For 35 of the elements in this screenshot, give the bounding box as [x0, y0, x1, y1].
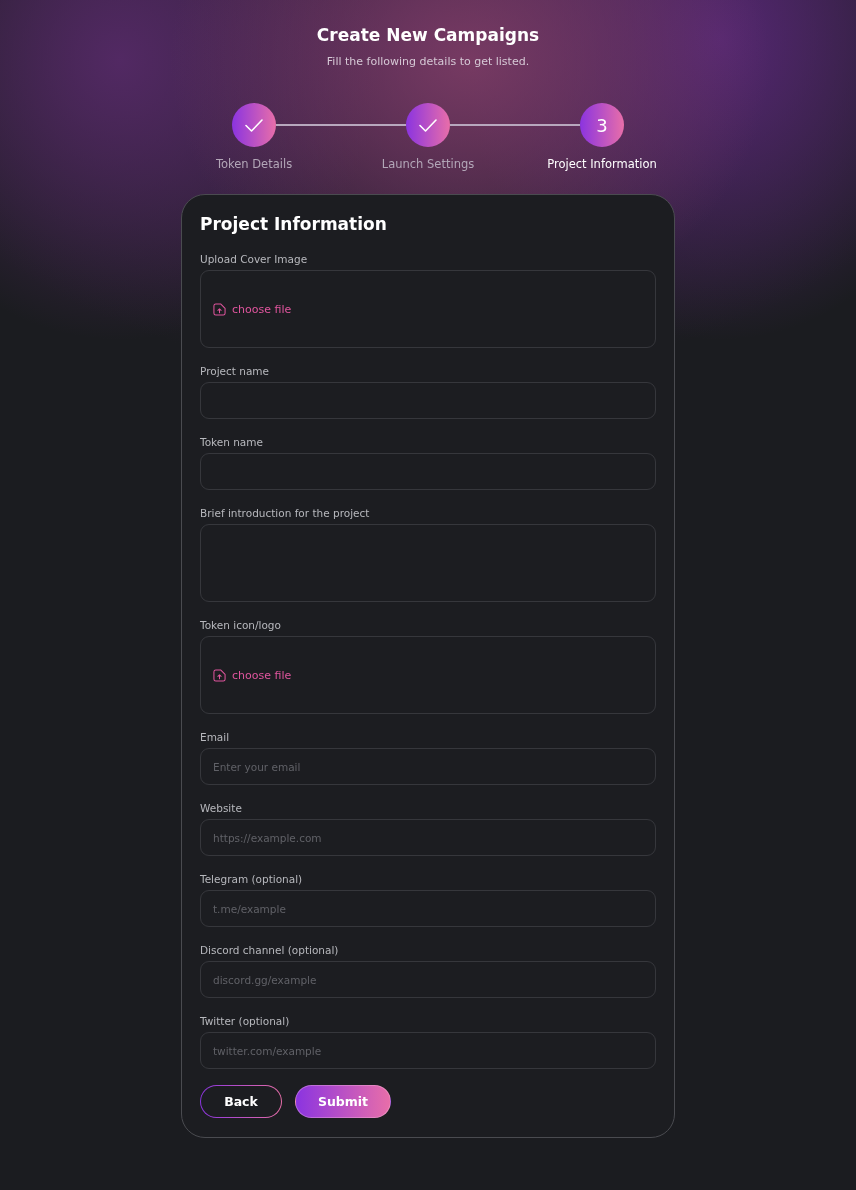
field-label: Token name	[200, 435, 263, 449]
field-label: Brief introduction for the project	[200, 506, 370, 520]
text-input[interactable]	[200, 453, 656, 490]
form-title: Project Information	[200, 213, 388, 236]
text-input[interactable]: Enter your email	[200, 748, 656, 785]
text-input[interactable]: twitter.com/example	[200, 1032, 656, 1069]
field-label: Upload Cover Image	[200, 252, 308, 266]
submit-button[interactable]: Submit	[295, 1085, 391, 1118]
text-input[interactable]: discord.gg/example	[200, 961, 656, 998]
field-label: Twitter (optional)	[200, 1014, 290, 1028]
step-label: Launch Settings	[381, 156, 475, 172]
step-circle: 3	[580, 103, 624, 147]
step-label: Token Details	[215, 156, 293, 172]
check-icon	[245, 118, 263, 132]
choose-file-link[interactable]: choose file	[213, 302, 292, 316]
choose-file-link[interactable]: choose file	[213, 668, 292, 682]
textarea-field[interactable]	[200, 524, 656, 602]
field-label: Website	[200, 801, 242, 815]
file-upload-icon	[213, 668, 226, 682]
upload-dropzone[interactable]: choose file	[200, 270, 656, 348]
upload-dropzone[interactable]: choose file	[200, 636, 656, 714]
back-button[interactable]: Back	[200, 1085, 282, 1118]
page-subtitle: Fill the following details to get listed.	[326, 54, 530, 70]
field-label: Telegram (optional)	[200, 872, 303, 886]
file-upload-icon	[213, 302, 226, 316]
text-input[interactable]: t.me/example	[200, 890, 656, 927]
field-label: Project name	[200, 364, 270, 378]
page-title: Create New Campaigns	[316, 24, 540, 46]
check-icon	[419, 118, 437, 132]
text-input[interactable]: https://example.com	[200, 819, 656, 856]
field-label: Email	[200, 730, 230, 744]
field-label: Token icon/logo	[200, 618, 281, 632]
field-label: Discord channel (optional)	[200, 943, 339, 957]
step-label: Project Information	[547, 156, 657, 172]
text-input[interactable]	[200, 382, 656, 419]
